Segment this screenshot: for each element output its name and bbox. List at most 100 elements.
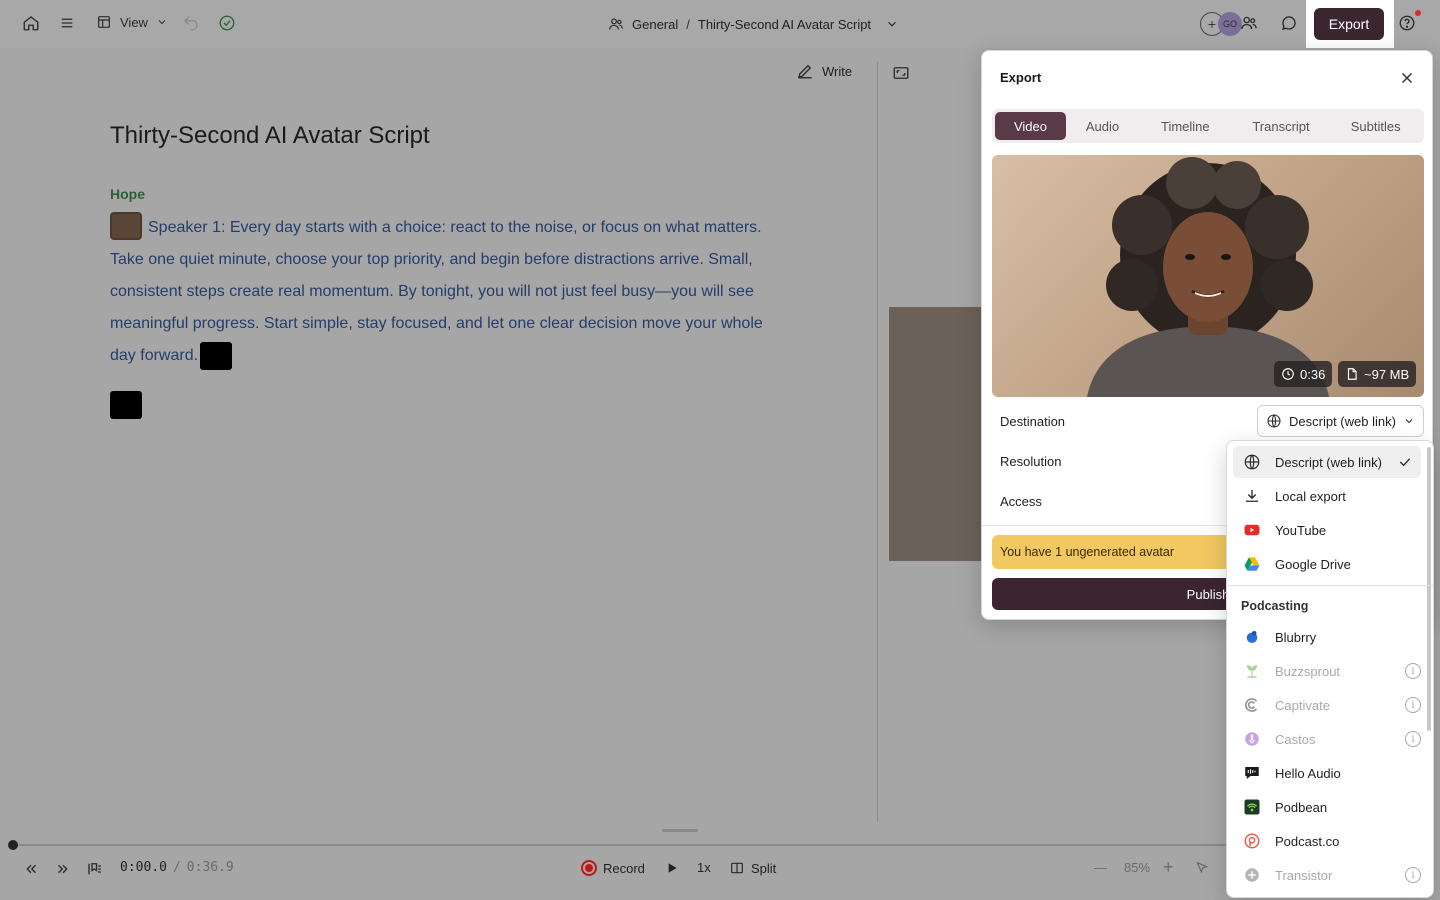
people-icon — [609, 18, 623, 30]
buzzsprout-icon — [1243, 662, 1261, 680]
help-icon[interactable] — [1398, 14, 1416, 32]
pane-divider[interactable] — [877, 62, 878, 822]
breadcrumb-project[interactable]: Thirty-Second AI Avatar Script — [698, 17, 871, 32]
file-icon — [1347, 368, 1357, 380]
dropdown-item-captivate[interactable]: Captivate i — [1233, 689, 1421, 721]
chevron-down-icon — [1405, 419, 1413, 424]
file-size-value: ~97 MB — [1364, 366, 1410, 382]
dropdown-item-local-export[interactable]: Local export — [1233, 480, 1421, 512]
breadcrumb: General / Thirty-Second AI Avatar Script — [608, 14, 899, 34]
tab-audio[interactable]: Audio — [1068, 112, 1137, 140]
playhead[interactable] — [8, 840, 18, 850]
undo-icon[interactable] — [182, 14, 200, 32]
timeline-scrubber[interactable] — [12, 844, 1232, 846]
dropdown-item-label: Castos — [1275, 731, 1316, 747]
time-display: 0:00.0 / 0:36.9 — [120, 860, 234, 875]
export-panel-title: Export — [1000, 70, 1042, 85]
dropdown-item-hello-audio[interactable]: Hello Audio — [1233, 757, 1421, 789]
skip-back-icon[interactable] — [22, 860, 40, 878]
video-canvas-preview — [889, 307, 989, 561]
aspect-ratio-icon[interactable] — [892, 64, 910, 87]
info-icon[interactable]: i — [1405, 663, 1421, 679]
home-icon[interactable] — [22, 14, 40, 32]
script-paragraph[interactable]: Speaker 1: Every day starts with a choic… — [110, 211, 790, 372]
download-icon — [1243, 487, 1261, 505]
info-icon[interactable]: i — [1405, 867, 1421, 883]
chevron-down-icon[interactable] — [885, 17, 899, 31]
avatar-thumbnail[interactable] — [110, 211, 142, 240]
dropdown-item-transistor[interactable]: Transistor i — [1233, 859, 1421, 891]
globe-icon — [1243, 453, 1261, 471]
check-circle-icon[interactable] — [218, 14, 236, 32]
duration-badge: 0:36 — [1274, 361, 1333, 387]
media-block[interactable] — [110, 391, 142, 419]
dropdown-item-podcast-co[interactable]: Podcast.co — [1233, 825, 1421, 857]
dropdown-section-title: Podcasting — [1241, 599, 1309, 613]
page-title[interactable]: Thirty-Second AI Avatar Script — [110, 122, 430, 150]
dropdown-scrollbar[interactable] — [1427, 447, 1431, 731]
dropdown-item-label: YouTube — [1275, 522, 1327, 538]
notification-dot — [1415, 10, 1421, 16]
dropdown-item-label: Podcast.co — [1275, 833, 1340, 849]
skip-forward-icon[interactable] — [54, 860, 72, 878]
split-button[interactable]: Split — [729, 860, 776, 876]
current-time: 0:00.0 — [120, 860, 167, 875]
dropdown-item-podbean[interactable]: Podbean — [1233, 791, 1421, 823]
breadcrumb-workspace[interactable]: General — [632, 17, 678, 32]
record-button[interactable]: Record — [581, 860, 645, 876]
zoom-level[interactable]: 85% — [1124, 860, 1150, 875]
zoom-out-icon[interactable]: — — [1094, 860, 1107, 875]
destination-dropdown: Descript (web link) Local export YouTube… — [1226, 440, 1434, 898]
resize-handle[interactable] — [662, 829, 698, 832]
dropdown-item-buzzsprout[interactable]: Buzzsprout i — [1233, 655, 1421, 687]
comment-icon[interactable] — [1280, 14, 1298, 32]
view-menu[interactable]: View — [96, 14, 168, 30]
dropdown-item-blubrry[interactable]: Blubrry — [1233, 621, 1421, 653]
record-label: Record — [603, 860, 645, 876]
play-icon[interactable] — [664, 860, 680, 876]
resolution-label: Resolution — [1000, 454, 1062, 469]
destination-value: Descript (web link) — [1289, 413, 1396, 429]
tab-video[interactable]: Video — [995, 112, 1066, 140]
dropdown-item-label: Captivate — [1275, 697, 1330, 713]
speed-button[interactable]: 1x — [697, 860, 711, 875]
dropdown-item-castos[interactable]: Castos i — [1233, 723, 1421, 755]
dropdown-item-label: Blubrry — [1275, 629, 1317, 645]
avatar[interactable]: GO — [1218, 12, 1242, 36]
tab-subtitles[interactable]: Subtitles — [1330, 112, 1421, 140]
clock-icon — [1282, 368, 1294, 380]
menu-icon[interactable] — [58, 14, 76, 32]
close-icon[interactable] — [1398, 69, 1416, 87]
info-icon[interactable]: i — [1405, 697, 1421, 713]
chapters-icon[interactable] — [86, 860, 104, 878]
export-button[interactable]: Export — [1314, 8, 1384, 40]
tab-transcript[interactable]: Transcript — [1234, 112, 1329, 140]
zoom-in-icon[interactable]: + — [1163, 857, 1174, 878]
google-drive-icon — [1243, 555, 1261, 573]
destination-select[interactable]: Descript (web link) — [1257, 405, 1424, 437]
podcast-co-icon — [1243, 832, 1261, 850]
tab-timeline[interactable]: Timeline — [1139, 112, 1232, 140]
globe-icon — [1267, 414, 1281, 428]
video-preview: 0:36 ~97 MB — [992, 155, 1424, 397]
speaker-label[interactable]: Hope — [110, 186, 145, 202]
info-icon[interactable]: i — [1405, 731, 1421, 747]
dropdown-item-google-drive[interactable]: Google Drive — [1233, 548, 1421, 580]
media-block[interactable] — [200, 341, 233, 370]
captivate-icon — [1243, 696, 1261, 714]
pointer-tool-icon[interactable] — [1194, 860, 1210, 876]
dropdown-item-label: Local export — [1275, 488, 1346, 504]
duration-value: 0:36 — [1300, 366, 1326, 382]
destination-label: Destination — [1000, 414, 1066, 429]
dropdown-item-label: Google Drive — [1275, 556, 1351, 572]
file-size-badge: ~97 MB — [1338, 361, 1417, 387]
export-tabs: Video Audio Timeline Transcript Subtitle… — [992, 109, 1424, 143]
dropdown-item-label: Descript (web link) — [1275, 454, 1382, 470]
pen-icon — [798, 64, 812, 79]
split-icon — [731, 862, 743, 874]
dropdown-item-youtube[interactable]: YouTube — [1233, 514, 1421, 546]
dropdown-item-descript[interactable]: Descript (web link) — [1233, 446, 1421, 478]
access-label: Access — [1000, 494, 1042, 509]
write-button[interactable]: Write — [796, 62, 852, 80]
collaborators-icon[interactable] — [1240, 14, 1258, 32]
